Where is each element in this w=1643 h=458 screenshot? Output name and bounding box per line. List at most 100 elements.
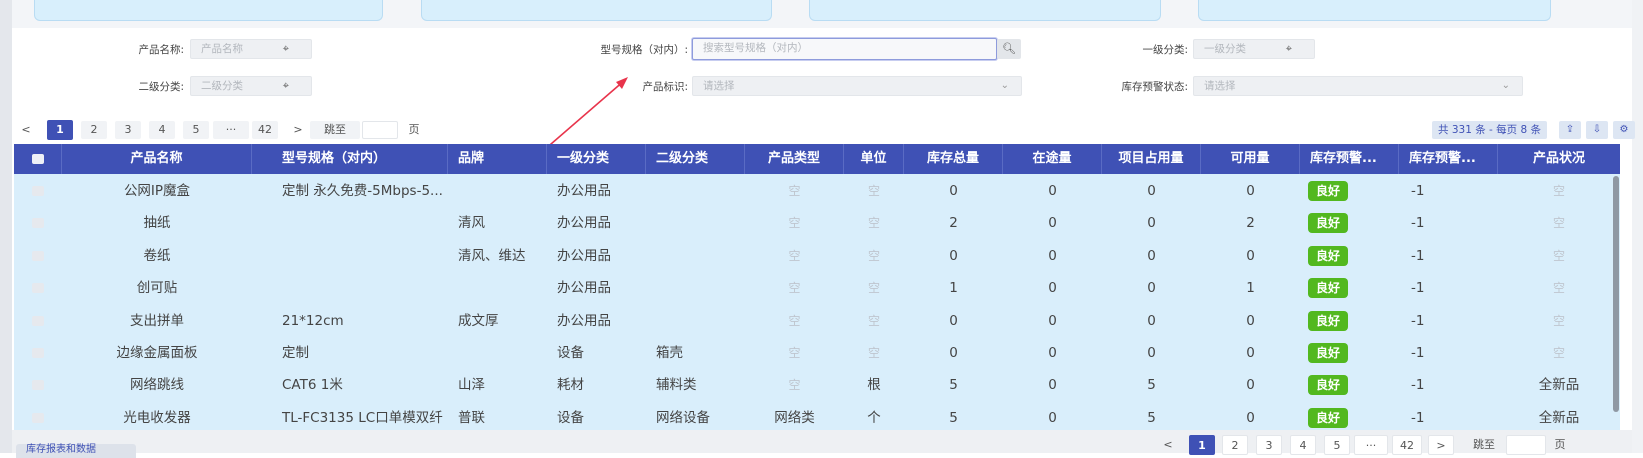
bottom-page-1-button[interactable]: 1 bbox=[1189, 435, 1215, 455]
row-checkbox[interactable] bbox=[14, 401, 62, 430]
col-header-level1-category[interactable]: 一级分类 bbox=[547, 144, 646, 174]
prev-page-button[interactable]: < bbox=[18, 121, 34, 139]
cell-product-type: 空 bbox=[788, 248, 801, 263]
status-badge: 良好 bbox=[1308, 310, 1349, 331]
cell-product-name: 边缘金属面板 bbox=[116, 345, 198, 361]
col-header-product-type[interactable]: 产品类型 bbox=[745, 144, 844, 174]
cell-product-name: 卷纸 bbox=[143, 247, 171, 264]
col-header-stock-warning-1[interactable]: 库存预警... bbox=[1300, 144, 1399, 174]
row-checkbox[interactable] bbox=[14, 174, 62, 208]
cell-available: 0 bbox=[1246, 183, 1255, 199]
cell-product-condition: 空 bbox=[1552, 248, 1565, 263]
settings-gear-icon[interactable]: ⚙ bbox=[1613, 121, 1635, 139]
export-icon[interactable]: ⇪ bbox=[1559, 121, 1581, 139]
cell-product-type: 空 bbox=[788, 184, 801, 198]
table-row[interactable]: 支出拼单 21*12cm 成文厚 办公用品 空 空 0 0 0 0 良好 -1 空 bbox=[14, 304, 1620, 338]
cell-brand: 山泽 bbox=[458, 377, 485, 394]
cell-level1-category: 办公用品 bbox=[557, 183, 611, 199]
table-row[interactable]: 光电收发器 TL-FC3135 LC口单模双纤 普联 设备 网络设备 网络类 个 5 0 5 0 良好… bbox=[14, 401, 1620, 430]
row-checkbox[interactable] bbox=[14, 206, 62, 240]
row-checkbox[interactable] bbox=[14, 336, 62, 370]
download-icon[interactable]: ⇩ bbox=[1586, 121, 1608, 139]
cell-product-name: 网络跳线 bbox=[130, 377, 184, 394]
table-row[interactable]: 边缘金属面板 定制 设备 箱壳 空 空 0 0 0 0 良好 -1 空 bbox=[14, 336, 1620, 370]
page-1-button[interactable]: 1 bbox=[47, 120, 73, 140]
bottom-bar bbox=[12, 430, 1632, 453]
cell-product-type: 空 bbox=[788, 281, 801, 296]
page-4-button[interactable]: 4 bbox=[149, 121, 175, 139]
bottom-page-2-button[interactable]: 2 bbox=[1222, 435, 1248, 455]
table-row[interactable]: 公网IP魔盒 定制 永久免费-5Mbps-5... 办公用品 空 空 0 0 0 0 良好 -1 空 bbox=[14, 174, 1620, 208]
table-scrollbar[interactable] bbox=[1613, 176, 1619, 412]
cell-stock-warning-status: 良好 bbox=[1300, 206, 1399, 240]
cell-project-occupied: 0 bbox=[1147, 280, 1156, 297]
bottom-page-5-button[interactable]: 5 bbox=[1324, 435, 1350, 455]
cell-in-transit: 0 bbox=[1048, 183, 1057, 199]
table-row[interactable]: 网络跳线 CAT6 1米 山泽 耗材 辅料类 空 根 5 0 5 0 良好 -1 全新品 bbox=[14, 368, 1620, 402]
row-checkbox[interactable] bbox=[14, 368, 62, 402]
select-all-checkbox[interactable] bbox=[14, 144, 62, 174]
cell-level2-category: 箱壳 bbox=[656, 345, 683, 361]
bottom-page-4-button[interactable]: 4 bbox=[1290, 435, 1316, 455]
bottom-jump-to-label: 跳至 bbox=[1473, 438, 1495, 451]
cell-product-name: 创可贴 bbox=[136, 280, 178, 297]
row-checkbox[interactable] bbox=[14, 304, 62, 338]
page-ellipsis-button[interactable]: ··· bbox=[213, 121, 249, 139]
cell-unit: 空 bbox=[867, 184, 880, 198]
bottom-page-3-button[interactable]: 3 bbox=[1256, 435, 1282, 455]
page-42-button[interactable]: 42 bbox=[252, 121, 278, 139]
cell-product-type: 空 bbox=[788, 378, 801, 393]
row-checkbox[interactable] bbox=[14, 239, 62, 273]
cell-model-spec bbox=[252, 239, 448, 273]
bottom-prev-page-button[interactable]: < bbox=[1155, 435, 1181, 455]
table-row[interactable]: 卷纸 清风、维达 办公用品 空 空 0 0 0 0 良好 -1 空 bbox=[14, 239, 1620, 273]
col-header-brand[interactable]: 品牌 bbox=[448, 144, 547, 174]
bottom-tab[interactable]: 库存报表和数据 bbox=[16, 444, 136, 458]
col-header-available[interactable]: 可用量 bbox=[1201, 144, 1300, 174]
col-header-total-stock[interactable]: 库存总量 bbox=[904, 144, 1003, 174]
jump-page-input[interactable] bbox=[362, 121, 398, 139]
status-badge: 良好 bbox=[1308, 181, 1349, 201]
col-header-in-transit[interactable]: 在途量 bbox=[1003, 144, 1102, 174]
bottom-next-page-button[interactable]: > bbox=[1428, 435, 1454, 455]
bottom-page-ellipsis-button[interactable]: ··· bbox=[1354, 435, 1388, 455]
table-row[interactable]: 创可贴 办公用品 空 空 1 0 0 1 良好 -1 空 bbox=[14, 271, 1620, 305]
next-page-button[interactable]: > bbox=[290, 121, 306, 139]
cell-stock-warning-status: 良好 bbox=[1300, 401, 1399, 430]
cell-model-spec: 定制 bbox=[282, 345, 309, 361]
col-header-product-condition[interactable]: 产品状况 bbox=[1498, 144, 1620, 174]
cell-level2-category bbox=[646, 206, 745, 240]
cell-project-occupied: 0 bbox=[1147, 312, 1156, 329]
cell-unit: 空 bbox=[867, 281, 880, 296]
cell-product-name: 抽纸 bbox=[143, 215, 171, 232]
page-3-button[interactable]: 3 bbox=[115, 121, 141, 139]
page-2-button[interactable]: 2 bbox=[81, 121, 107, 139]
cell-brand: 普联 bbox=[458, 409, 485, 426]
row-checkbox[interactable] bbox=[14, 271, 62, 305]
col-header-project-occupied[interactable]: 项目占用量 bbox=[1102, 144, 1201, 174]
cell-model-spec: CAT6 1米 bbox=[282, 377, 343, 394]
cell-available: 0 bbox=[1246, 247, 1255, 264]
col-header-level2-category[interactable]: 二级分类 bbox=[646, 144, 745, 174]
cell-in-transit: 0 bbox=[1048, 312, 1057, 329]
status-badge: 良好 bbox=[1308, 245, 1349, 266]
page-5-button[interactable]: 5 bbox=[183, 121, 209, 139]
status-badge: 良好 bbox=[1308, 278, 1349, 299]
cell-total-stock: 0 bbox=[949, 183, 958, 199]
cell-brand: 清风 bbox=[458, 215, 485, 232]
bottom-jump-page-input[interactable] bbox=[1506, 435, 1546, 455]
cell-model-spec: 21*12cm bbox=[282, 312, 344, 329]
cell-available: 0 bbox=[1246, 345, 1255, 361]
cell-level2-category: 网络设备 bbox=[656, 409, 710, 426]
cell-in-transit: 0 bbox=[1048, 247, 1057, 264]
bottom-page-42-button[interactable]: 42 bbox=[1392, 435, 1422, 455]
cell-stock-warning-value: -1 bbox=[1411, 247, 1425, 264]
col-header-model-spec[interactable]: 型号规格（对内） bbox=[252, 144, 448, 174]
col-header-unit[interactable]: 单位 bbox=[844, 144, 904, 174]
total-count-badge: 共 331 条 - 每页 8 条 bbox=[1432, 121, 1548, 139]
table-row[interactable]: 抽纸 清风 办公用品 空 空 2 0 0 2 良好 -1 空 bbox=[14, 206, 1620, 240]
col-header-stock-warning-2[interactable]: 库存预警... bbox=[1399, 144, 1498, 174]
cell-product-name: 光电收发器 bbox=[123, 409, 191, 426]
cell-project-occupied: 5 bbox=[1147, 409, 1156, 426]
col-header-product-name[interactable]: 产品名称 bbox=[62, 144, 252, 174]
